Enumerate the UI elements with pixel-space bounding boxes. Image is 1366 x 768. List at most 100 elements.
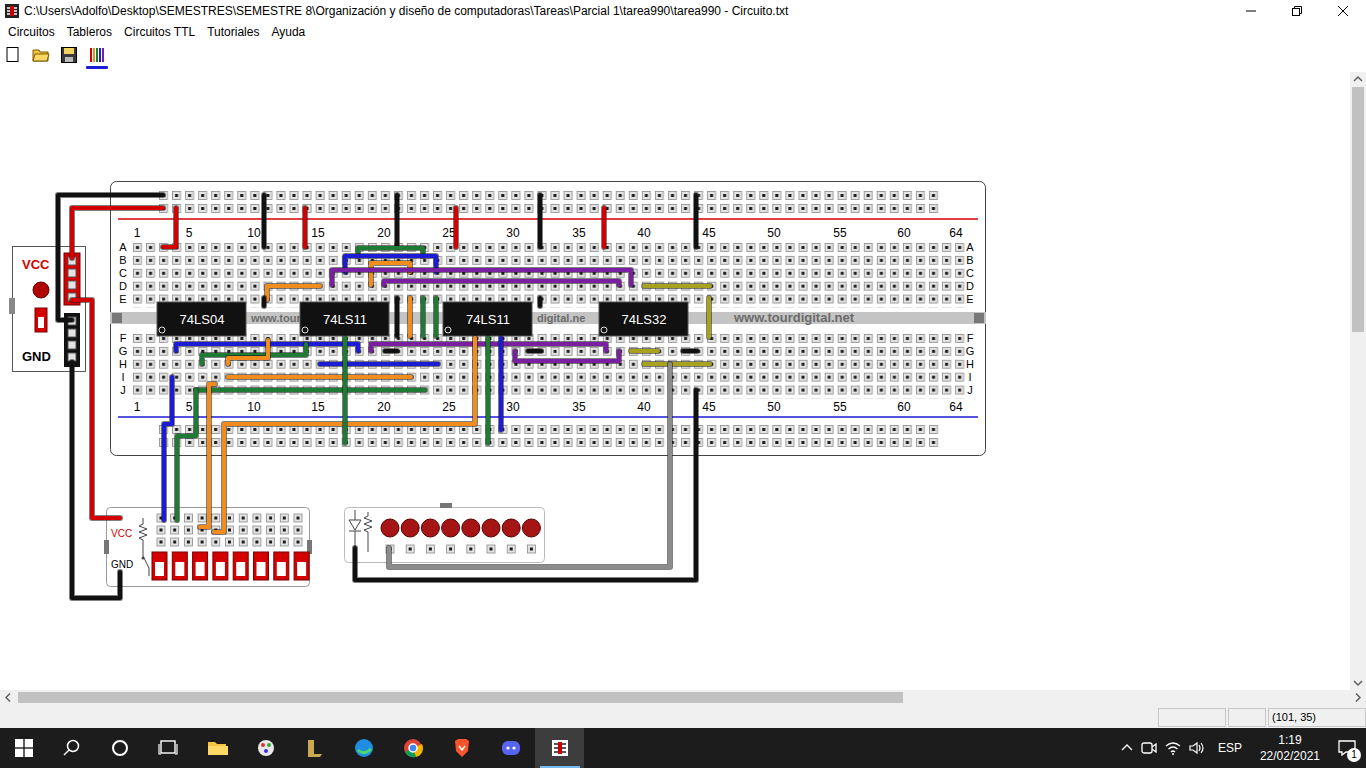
wire[interactable]	[72, 362, 120, 598]
taskbar-app[interactable]	[388, 728, 437, 768]
scroll-left-icon[interactable]	[0, 690, 16, 705]
wire[interactable]	[345, 338, 346, 443]
running-indicator	[197, 766, 237, 768]
wire[interactable]	[631, 351, 658, 352]
taskbar-app[interactable]	[290, 728, 339, 768]
taskbar-app[interactable]	[339, 728, 388, 768]
wire[interactable]	[709, 298, 710, 337]
wire[interactable]	[228, 340, 268, 364]
wire[interactable]	[228, 377, 411, 378]
wire[interactable]	[196, 390, 425, 391]
dip-switch[interactable]	[233, 552, 248, 580]
wire[interactable]	[200, 384, 215, 527]
cortana-button[interactable]	[96, 728, 144, 768]
wire[interactable]	[397, 298, 398, 336]
start-button[interactable]	[0, 728, 48, 768]
wire[interactable]	[604, 208, 605, 247]
wire[interactable]	[320, 364, 438, 365]
wire[interactable]	[456, 208, 457, 247]
dip-switch[interactable]	[152, 552, 167, 580]
menu-item[interactable]: Circuitos	[2, 23, 61, 41]
toolbar-button[interactable]	[86, 46, 108, 70]
wire-body	[72, 208, 163, 258]
wire[interactable]	[540, 298, 541, 306]
wire[interactable]	[423, 298, 424, 336]
column-number: 1	[134, 400, 141, 414]
row-letter: A	[119, 241, 127, 253]
taskbar-app[interactable]	[241, 728, 290, 768]
menu-item[interactable]: Ayuda	[265, 23, 311, 41]
dip-switch[interactable]	[254, 552, 269, 580]
wire[interactable]	[384, 281, 619, 285]
power-switch[interactable]	[35, 308, 47, 332]
wire[interactable]	[397, 195, 398, 247]
wire[interactable]	[515, 351, 619, 361]
taskbar-app[interactable]	[192, 728, 241, 768]
wire[interactable]	[436, 298, 437, 336]
wire[interactable]	[267, 286, 320, 300]
taskbar-app[interactable]	[437, 728, 486, 768]
wire[interactable]	[488, 338, 489, 443]
ic-chip[interactable]: 74LS11	[300, 302, 389, 336]
wire[interactable]	[696, 195, 697, 247]
wire[interactable]	[355, 390, 696, 580]
wire[interactable]	[72, 208, 163, 258]
wire[interactable]	[410, 298, 411, 336]
scroll-right-icon[interactable]	[1350, 690, 1366, 705]
meet-icon[interactable]	[1140, 740, 1158, 756]
minimize-button[interactable]	[1228, 0, 1274, 22]
wire[interactable]	[389, 364, 670, 567]
dip-switch[interactable]	[213, 552, 228, 580]
restore-button[interactable]	[1274, 0, 1320, 22]
wire[interactable]	[72, 300, 120, 518]
dip-switch[interactable]	[274, 552, 289, 580]
wire[interactable]	[164, 377, 172, 520]
wire[interactable]	[644, 364, 710, 365]
dip-switch[interactable]	[294, 552, 309, 580]
wire[interactable]	[214, 338, 475, 532]
wire[interactable]	[163, 208, 176, 247]
toolbar-button[interactable]	[2, 46, 24, 70]
scroll-thumb[interactable]	[1352, 87, 1364, 332]
dip-switch[interactable]	[172, 552, 187, 580]
taskbar-app[interactable]	[535, 728, 584, 768]
ic-chip[interactable]: 74LS11	[443, 302, 532, 336]
wire[interactable]	[644, 286, 710, 287]
scroll-up-icon[interactable]	[1350, 72, 1366, 86]
wire[interactable]	[540, 195, 541, 247]
circuit-canvas[interactable]: 1155101015152020252530303535404045455050…	[0, 72, 1350, 690]
input-language[interactable]: ESP	[1212, 739, 1248, 757]
task-view-button[interactable]	[144, 728, 192, 768]
menu-item[interactable]: Tutoriales	[201, 23, 265, 41]
edge-browser-icon	[353, 737, 375, 759]
scroll-down-icon[interactable]	[1350, 676, 1366, 690]
wifi-icon[interactable]	[1164, 740, 1182, 756]
toolbar-button[interactable]	[58, 46, 80, 70]
wire[interactable]	[528, 351, 541, 352]
wire[interactable]	[264, 195, 265, 247]
search-button[interactable]	[48, 728, 96, 768]
wire[interactable]	[305, 208, 306, 247]
ic-chip[interactable]: 74LS32	[599, 302, 688, 336]
chevron-up-icon[interactable]	[1120, 741, 1134, 755]
taskbar-app[interactable]	[486, 728, 535, 768]
clock[interactable]: 1:19 22/02/2021	[1254, 732, 1326, 764]
breadboard-canvas[interactable]: 1155101015152020252530303535404045455050…	[0, 72, 1350, 690]
wire[interactable]	[332, 270, 631, 285]
wire[interactable]	[385, 351, 397, 352]
volume-icon[interactable]	[1188, 740, 1206, 756]
wire[interactable]	[264, 298, 265, 306]
wire[interactable]	[683, 351, 697, 352]
wire[interactable]	[501, 338, 502, 430]
horizontal-scrollbar[interactable]	[0, 690, 1366, 705]
dip-switch[interactable]	[193, 552, 208, 580]
toolbar-button[interactable]	[30, 46, 52, 70]
menu-item[interactable]: Tableros	[61, 23, 118, 41]
menu-item[interactable]: Circuitos TTL	[118, 23, 201, 41]
ic-chip[interactable]: 74LS04	[157, 302, 246, 336]
vertical-scrollbar[interactable]	[1350, 72, 1366, 690]
notification-center[interactable]: 1	[1332, 728, 1362, 768]
close-button[interactable]	[1320, 0, 1366, 22]
scroll-thumb[interactable]	[18, 692, 903, 703]
wire[interactable]	[177, 390, 196, 520]
